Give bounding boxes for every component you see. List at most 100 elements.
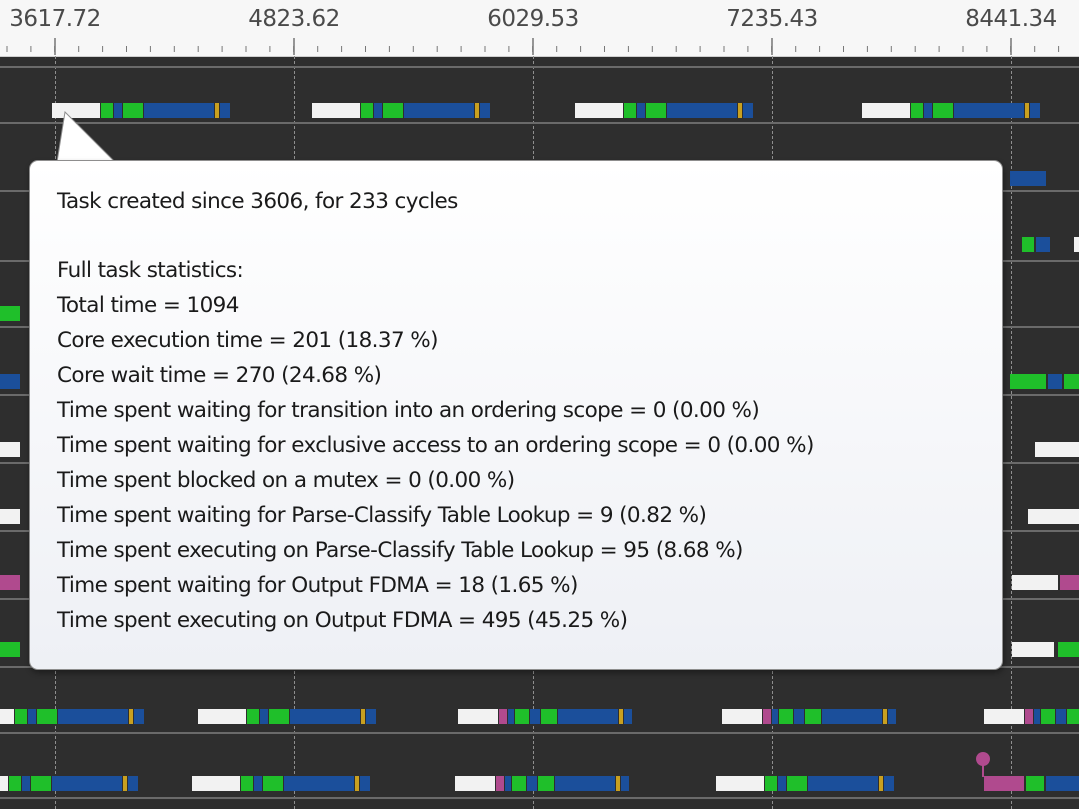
task-segment-core_wait[interactable] [911,103,923,118]
task-segment-fdma[interactable] [215,103,219,118]
task-segment-fdma[interactable] [355,776,359,791]
task-segment-idle[interactable] [1012,642,1054,657]
task-segment-core[interactable] [52,776,122,791]
task-segment-core[interactable] [28,709,36,724]
task-segment-core_wait[interactable] [1022,237,1034,252]
task-segment-core_wait[interactable] [805,709,821,724]
task-segment-fdma[interactable] [1025,103,1029,118]
task-segment-core[interactable] [508,709,514,724]
task-segment-core[interactable] [530,709,540,724]
task-segment-core[interactable] [924,103,932,118]
task-segment-core_wait[interactable] [123,103,143,118]
task-segment-core_wait[interactable] [779,709,793,724]
task-segment-idle[interactable] [716,776,764,791]
task-segment-core[interactable] [884,776,894,791]
event-marker[interactable] [976,752,990,766]
task-segment-core_wait[interactable] [512,776,526,791]
task-segment-core_wait[interactable] [15,709,27,724]
task-segment-core[interactable] [527,776,537,791]
task-segment-core[interactable] [505,776,511,791]
task-segment-pcl[interactable] [499,709,507,724]
task-segment-core[interactable] [0,374,20,389]
task-segment-core_wait[interactable] [933,103,953,118]
task-segment-core[interactable] [1056,709,1066,724]
task-segment-idle[interactable] [312,103,360,118]
task-segment-idle[interactable] [192,776,240,791]
task-segment-fdma[interactable] [883,709,887,724]
task-segment-core[interactable] [404,103,474,118]
task-segment-core[interactable] [1034,709,1040,724]
task-segment-core_wait[interactable] [9,776,21,791]
task-segment-idle[interactable] [0,709,14,724]
task-segment-core_wait[interactable] [765,776,777,791]
task-segment-core[interactable] [290,709,360,724]
task-segment-core_wait[interactable] [241,776,253,791]
task-segment-pcl[interactable] [1025,709,1033,724]
task-segment-pcl[interactable] [496,776,504,791]
task-segment-core_wait[interactable] [538,776,554,791]
task-segment-idle[interactable] [0,509,20,524]
task-segment-core_wait[interactable] [247,709,259,724]
task-segment-idle[interactable] [1074,237,1079,252]
task-segment-idle[interactable] [984,709,1024,724]
task-segment-idle[interactable] [722,709,762,724]
task-segment-idle[interactable] [1028,509,1079,524]
task-segment-core_wait[interactable] [541,709,557,724]
task-segment-core[interactable] [1030,103,1040,118]
task-segment-core_wait[interactable] [0,642,20,657]
task-segment-pcl[interactable] [0,575,20,590]
task-segment-core[interactable] [144,103,214,118]
task-segment-core_wait[interactable] [1058,642,1079,657]
task-segment-core_wait[interactable] [269,709,289,724]
task-segment-fdma[interactable] [616,776,620,791]
task-segment-core[interactable] [667,103,737,118]
task-segment-core[interactable] [621,776,629,791]
task-segment-core[interactable] [220,103,230,118]
task-segment-core_wait[interactable] [1064,374,1079,389]
task-segment-core[interactable] [888,709,896,724]
task-segment-core[interactable] [1036,237,1050,252]
task-segment-core_wait[interactable] [787,776,807,791]
task-segment-core[interactable] [637,103,645,118]
task-segment-core_wait[interactable] [1041,709,1055,724]
task-segment-core_wait[interactable] [263,776,283,791]
task-segment-core_wait[interactable] [383,103,403,118]
task-segment-core[interactable] [822,709,882,724]
task-segment-idle[interactable] [0,776,8,791]
task-segment-core[interactable] [366,709,376,724]
task-segment-core[interactable] [284,776,354,791]
task-segment-idle[interactable] [455,776,495,791]
task-segment-core[interactable] [778,776,786,791]
task-segment-core[interactable] [480,103,490,118]
task-segment-core[interactable] [58,709,128,724]
task-segment-core_wait[interactable] [624,103,636,118]
task-segment-fdma[interactable] [879,776,883,791]
task-segment-core[interactable] [360,776,370,791]
task-segment-fdma[interactable] [129,709,133,724]
task-segment-idle[interactable] [1012,575,1058,590]
task-segment-idle[interactable] [575,103,623,118]
task-segment-core_wait[interactable] [31,776,51,791]
task-segment-pcl[interactable] [984,776,1024,791]
task-segment-core[interactable] [1046,776,1079,791]
task-segment-core_wait[interactable] [646,103,666,118]
task-segment-core_wait[interactable] [0,306,20,321]
task-segment-idle[interactable] [198,709,246,724]
task-segment-core[interactable] [558,709,618,724]
task-segment-core[interactable] [1048,374,1062,389]
task-segment-core[interactable] [624,709,632,724]
task-segment-idle[interactable] [1035,442,1079,457]
task-segment-fdma[interactable] [123,776,127,791]
task-segment-core[interactable] [808,776,878,791]
task-segment-idle[interactable] [458,709,498,724]
task-segment-core[interactable] [374,103,382,118]
task-segment-fdma[interactable] [738,103,742,118]
task-segment-fdma[interactable] [619,709,623,724]
task-segment-pcl[interactable] [763,709,771,724]
task-segment-fdma[interactable] [361,709,365,724]
task-segment-idle[interactable] [862,103,910,118]
task-segment-core[interactable] [555,776,615,791]
task-segment-core[interactable] [1010,171,1046,186]
task-segment-core[interactable] [254,776,262,791]
task-segment-core_wait[interactable] [515,709,529,724]
